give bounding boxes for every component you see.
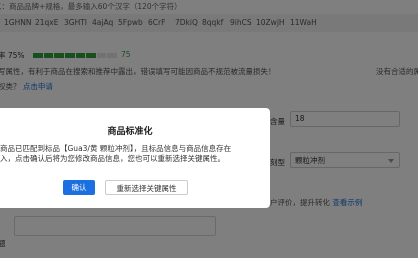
dialog-title: 商品标准化	[107, 127, 153, 137]
dialog-message-line: 商品已匹配到标品【Gua3/黄 颗粒冲剂】，且标品信息与商品信息存在	[0, 144, 232, 153]
confirm-button[interactable]: 确认	[63, 180, 95, 195]
reselect-attributes-button[interactable]: 重新选择关键属性	[105, 180, 188, 195]
dialog-message-line: 入，点击确认后将为您修改商品信息，您也可以重新选择关键属性。	[0, 154, 225, 163]
dialog-message: 商品已匹配到标品【Gua3/黄 颗粒冲剂】，且标品信息与商品信息存在 入，点击确…	[0, 144, 258, 164]
standardize-dialog: 商品标准化 商品已匹配到标品【Gua3/黄 颗粒冲剂】，且标品信息与商品信息存在…	[0, 108, 270, 208]
